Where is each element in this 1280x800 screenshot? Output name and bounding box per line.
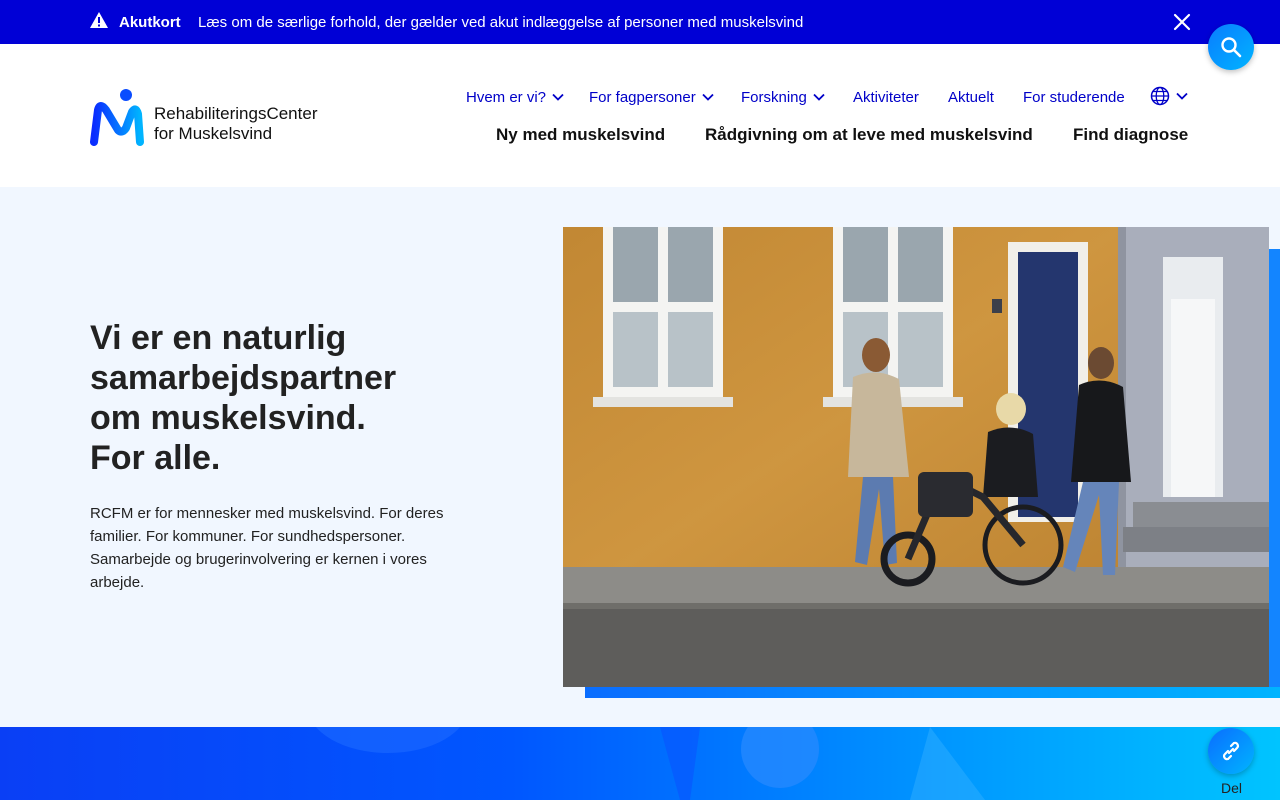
nav-label: Hvem er vi? (466, 88, 547, 106)
nav-for-studerende[interactable]: For studerende (1023, 88, 1125, 106)
logo-line-1: RehabiliteringsCenter (154, 104, 318, 123)
close-icon[interactable] (1172, 12, 1192, 32)
chevron-down-icon (552, 93, 564, 101)
nav-label: Aktiviteter (853, 88, 919, 106)
logo-text: RehabiliteringsCenter for Muskelsvind (154, 104, 317, 144)
hero-title-line: om muskelsvind. (90, 399, 366, 437)
nav-label: Aktuelt (948, 88, 994, 106)
street-scene-illustration (563, 227, 1269, 687)
nav-forskning[interactable]: Forskning (741, 88, 825, 106)
chevron-down-icon (1176, 92, 1188, 100)
hero-title: Vi er en naturlig samarbejdspartner om m… (90, 318, 490, 478)
nav-label: For studerende (1023, 88, 1125, 106)
search-icon (1221, 37, 1242, 58)
search-button[interactable] (1208, 24, 1254, 70)
nav-aktuelt[interactable]: Aktuelt (948, 88, 994, 106)
blue-banner (0, 727, 1280, 800)
main-nav-ny-med-muskelsvind[interactable]: Ny med muskelsvind (496, 125, 665, 145)
alert-link-text[interactable]: Læs om de særlige forhold, der gælder ve… (198, 14, 803, 31)
alert-title[interactable]: Akutkort (119, 14, 181, 31)
share-label: Del (1221, 780, 1243, 796)
language-selector[interactable] (1150, 86, 1188, 106)
warning-icon (90, 12, 108, 28)
nav-for-fagpersoner[interactable]: For fagpersoner (589, 88, 714, 106)
hero-title-line: Vi er en naturlig (90, 319, 347, 357)
globe-icon (1150, 86, 1170, 106)
share-button[interactable] (1208, 728, 1254, 774)
hero-title-line: For alle. (90, 439, 221, 477)
hero-photo (563, 227, 1269, 687)
hero-description: RCFM er for mennesker med muskelsvind. F… (90, 505, 444, 591)
nav-label: For fagpersoner (589, 88, 696, 106)
chevron-down-icon (702, 93, 714, 101)
nav-aktiviteter[interactable]: Aktiviteter (853, 88, 919, 106)
link-icon (1223, 741, 1239, 761)
alert-bar: Akutkort Læs om de særlige forhold, der … (0, 0, 1280, 44)
hero-title-line: samarbejdspartner (90, 359, 397, 397)
chevron-down-icon (813, 93, 825, 101)
main-nav-raadgivning[interactable]: Rådgivning om at leve med muskelsvind (705, 125, 1033, 145)
logo-line-2: for Muskelsvind (154, 124, 273, 143)
nav-hvem-er-vi[interactable]: Hvem er vi? (466, 88, 564, 106)
photo-accent-bottom (585, 687, 1280, 698)
photo-accent-right (1269, 249, 1280, 698)
banner-decoration (315, 727, 985, 800)
main-nav-find-diagnose[interactable]: Find diagnose (1073, 125, 1188, 145)
logo-mark-icon (90, 89, 144, 146)
nav-label: Forskning (741, 88, 807, 106)
